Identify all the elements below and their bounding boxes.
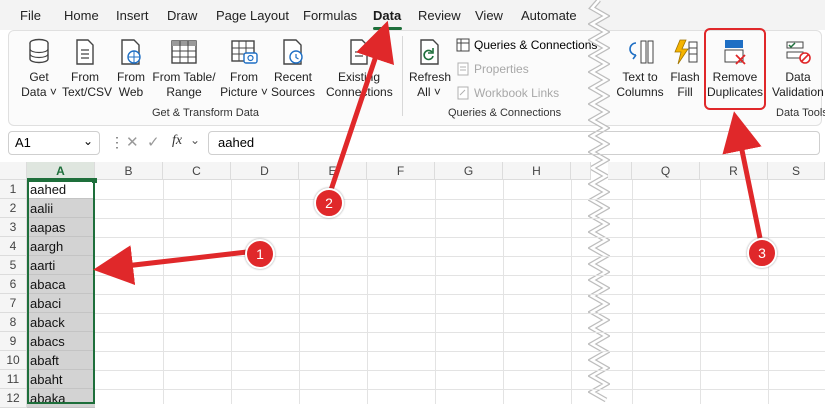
annotation-arrows bbox=[93, 20, 763, 286]
callout-3: 3 bbox=[747, 238, 777, 268]
arrow-3 bbox=[722, 111, 763, 239]
arrow-1 bbox=[93, 245, 248, 286]
arrow-2 bbox=[328, 20, 395, 191]
callout-1: 1 bbox=[245, 239, 275, 269]
callout-2: 2 bbox=[314, 188, 344, 218]
